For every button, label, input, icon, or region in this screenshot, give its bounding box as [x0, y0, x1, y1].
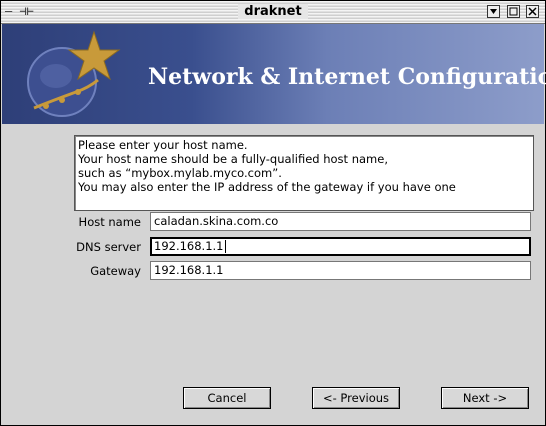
- window-title: draknet: [1, 4, 545, 19]
- close-icon: [528, 7, 537, 16]
- page-heading: Network & Internet Configuration: [148, 64, 546, 90]
- shade-window-button[interactable]: [487, 5, 500, 18]
- instruction-line: Your host name should be a fully-qualifi…: [78, 152, 388, 166]
- next-button[interactable]: Next ->: [441, 387, 529, 409]
- gateway-label: Gateway: [90, 264, 141, 278]
- text-cursor: [224, 240, 226, 253]
- close-window-button[interactable]: [526, 5, 539, 18]
- maximize-window-button[interactable]: [507, 5, 520, 18]
- draknet-window: — ⊣⊢ draknet Network & Internet Configur…: [0, 0, 546, 426]
- host-name-input[interactable]: caladan.skina.com.co: [150, 212, 531, 231]
- dns-server-input[interactable]: 192.168.1.1: [150, 237, 531, 256]
- triangle-down-icon: [490, 9, 497, 14]
- instruction-line: You may also enter the IP address of the…: [78, 180, 456, 194]
- previous-button[interactable]: <- Previous: [312, 387, 400, 409]
- square-icon: [509, 7, 518, 16]
- dns-server-label: DNS server: [76, 240, 141, 254]
- cancel-button[interactable]: Cancel: [183, 387, 271, 409]
- host-name-label: Host name: [78, 215, 141, 229]
- gateway-input[interactable]: 192.168.1.1: [150, 261, 531, 280]
- mandrake-logo-icon: [27, 30, 121, 117]
- title-bar[interactable]: — ⊣⊢ draknet: [1, 1, 545, 24]
- instructions-text-box: Please enter your host name. Your host n…: [74, 135, 534, 211]
- dns-server-value: 192.168.1.1: [154, 239, 224, 253]
- instruction-line: Please enter your host name.: [78, 138, 248, 152]
- instruction-line: such as “mybox.mylab.myco.com”.: [78, 166, 282, 180]
- header-banner: Network & Internet Configuration: [2, 24, 546, 124]
